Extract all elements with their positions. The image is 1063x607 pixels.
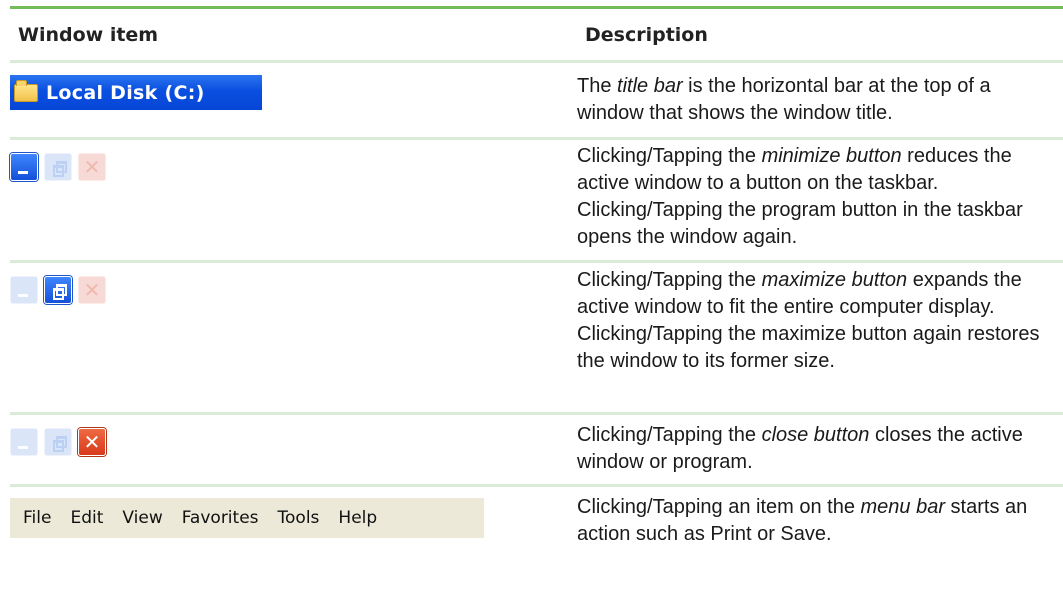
description-cell: Clicking/Tapping the minimize button red…	[577, 140, 1063, 260]
desc-text: Clicking/Tapping the	[577, 269, 762, 291]
table-row: ✕ Clicking/Tapping the close button clos…	[10, 415, 1063, 484]
close-button[interactable]: ✕	[78, 153, 106, 181]
maximize-button[interactable]	[44, 428, 72, 456]
menu-item-file[interactable]: File	[23, 508, 51, 528]
sample-cell: ✕	[10, 415, 577, 484]
close-icon: ✕	[83, 278, 101, 302]
minimize-button[interactable]	[10, 153, 38, 181]
minimize-icon	[18, 294, 28, 297]
menu-item-favorites[interactable]: Favorites	[182, 508, 259, 528]
desc-term: maximize button	[761, 269, 908, 291]
maximize-icon	[53, 436, 67, 452]
description-cell: Clicking/Tapping the maximize button exp…	[577, 263, 1063, 412]
title-bar-sample: Local Disk (C:)	[10, 75, 262, 110]
desc-text: Clicking/Tapping an item on the	[577, 496, 861, 518]
close-icon: ✕	[83, 155, 101, 179]
window-controls: ✕	[10, 153, 106, 181]
maximize-button[interactable]	[44, 153, 72, 181]
sample-cell: Local Disk (C:)	[10, 63, 577, 137]
minimize-icon	[18, 171, 28, 174]
folder-icon	[14, 79, 38, 102]
close-button[interactable]: ✕	[78, 276, 106, 304]
description-cell: The title bar is the horizontal bar at t…	[577, 63, 1063, 137]
desc-term: title bar	[617, 75, 683, 97]
minimize-button[interactable]	[10, 428, 38, 456]
menu-item-edit[interactable]: Edit	[70, 508, 103, 528]
header-description: Description	[585, 23, 708, 46]
desc-term: minimize button	[761, 145, 902, 167]
sample-cell: ✕	[10, 263, 577, 412]
minimize-icon	[18, 446, 28, 449]
sample-cell: ✕	[10, 140, 577, 260]
desc-term: close button	[761, 424, 870, 446]
sample-cell: File Edit View Favorites Tools Help	[10, 487, 577, 557]
menu-bar-sample: File Edit View Favorites Tools Help	[10, 498, 484, 538]
desc-text: Clicking/Tapping the	[577, 145, 762, 167]
table-row: ✕ Clicking/Tapping the minimize button r…	[10, 140, 1063, 260]
close-icon: ✕	[83, 430, 101, 454]
window-controls: ✕	[10, 428, 106, 456]
description-cell: Clicking/Tapping an item on the menu bar…	[577, 487, 1063, 557]
maximize-icon	[53, 284, 67, 300]
maximize-icon	[53, 161, 67, 177]
maximize-button[interactable]	[44, 276, 72, 304]
window-items-table: Window item Description Local Disk (C:) …	[10, 6, 1063, 557]
menu-item-tools[interactable]: Tools	[278, 508, 320, 528]
description-cell: Clicking/Tapping the close button closes…	[577, 415, 1063, 484]
table-header: Window item Description	[10, 9, 1063, 60]
desc-text: The	[577, 75, 618, 97]
table-row: ✕ Clicking/Tapping the maximize button e…	[10, 263, 1063, 412]
menu-item-help[interactable]: Help	[338, 508, 377, 528]
menu-item-view[interactable]: View	[122, 508, 162, 528]
minimize-button[interactable]	[10, 276, 38, 304]
table-row: Local Disk (C:) The title bar is the hor…	[10, 63, 1063, 137]
window-controls: ✕	[10, 276, 106, 304]
close-button[interactable]: ✕	[78, 428, 106, 456]
title-bar-text: Local Disk (C:)	[46, 81, 205, 104]
desc-text: Clicking/Tapping the	[577, 424, 762, 446]
header-window-item: Window item	[18, 23, 159, 46]
table-row: File Edit View Favorites Tools Help Clic…	[10, 487, 1063, 557]
desc-term: menu bar	[860, 496, 946, 518]
